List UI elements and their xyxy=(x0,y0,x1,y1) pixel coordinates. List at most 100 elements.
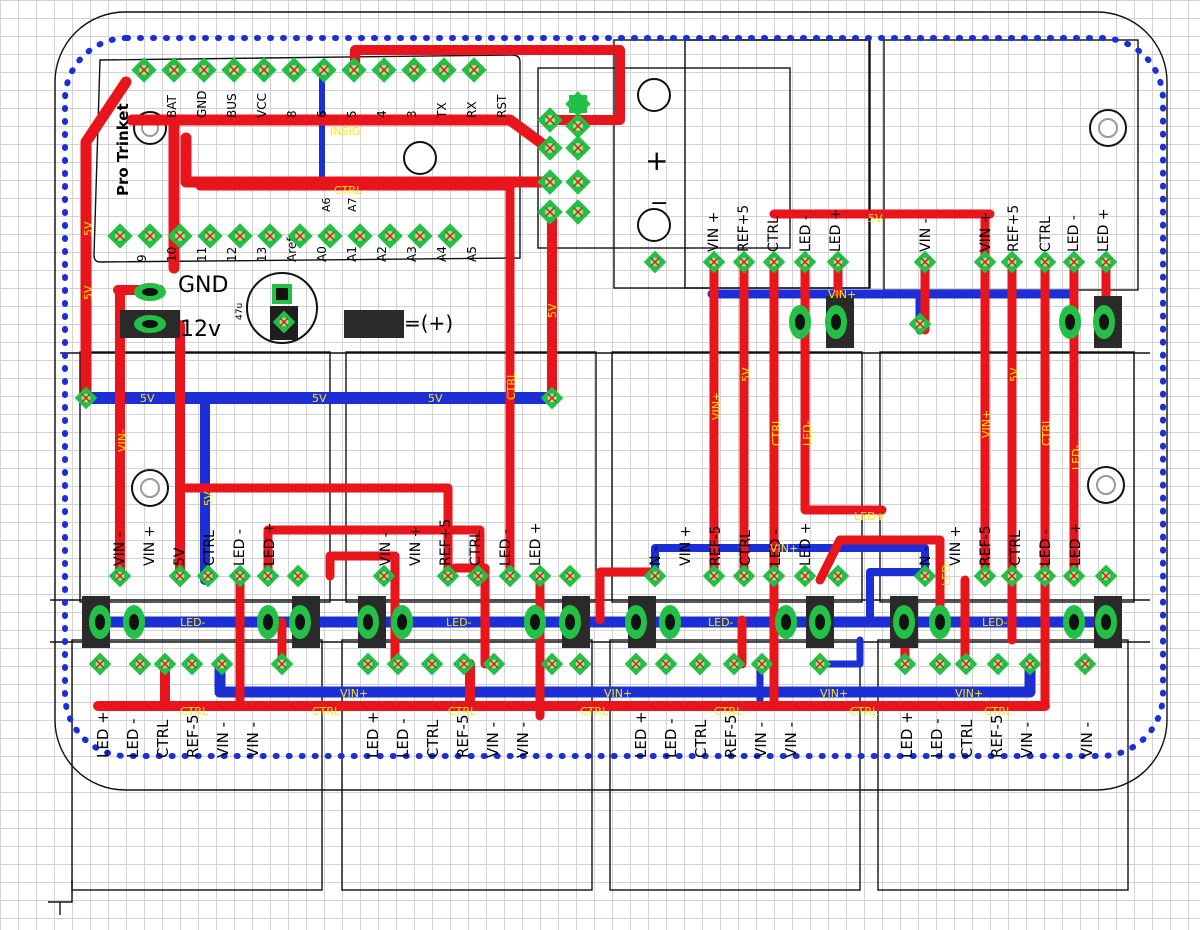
driver-pad xyxy=(256,564,280,588)
bottom-pin-label: VIN - xyxy=(1078,722,1096,758)
driver-pin-label: REF+5 xyxy=(438,519,454,566)
bottom-pin-label: REF-5 xyxy=(988,715,1006,758)
trace-label-led-minus: LED- xyxy=(446,616,472,629)
driver-pad xyxy=(1094,250,1118,274)
driver-pad xyxy=(1062,564,1086,588)
driver-pin-label: LED + xyxy=(1096,208,1112,252)
bottom-pad xyxy=(386,652,410,676)
twelve-v-label: 12v xyxy=(180,317,221,342)
header-pad xyxy=(371,57,397,83)
svg-text:LED-: LED- xyxy=(940,560,953,586)
header-pad xyxy=(341,57,367,83)
bottom-pin-label: VIN - xyxy=(214,722,232,758)
bottom-pad xyxy=(88,652,112,676)
cap-square-pad xyxy=(272,284,292,304)
header-pin-label: 6 xyxy=(315,110,329,118)
trace-label-vin-plus: VIN+ xyxy=(820,687,848,700)
trace-label-vin-plus: VIN+ xyxy=(340,687,368,700)
driver-pad xyxy=(793,250,817,274)
driver-pad xyxy=(1000,564,1024,588)
bottom-pin-label: CTRL xyxy=(154,719,172,758)
driver-pad xyxy=(762,250,786,274)
driver-pin-label: LED - xyxy=(1066,215,1082,252)
driver-pad xyxy=(228,564,252,588)
transistor-pad xyxy=(289,605,311,639)
driver-pin-label: CTRL xyxy=(1038,216,1054,252)
bottom-pin-label: LED + xyxy=(898,711,916,758)
header-pad xyxy=(407,223,433,249)
driver-pad xyxy=(108,564,132,588)
header-pin-label: 8 xyxy=(285,110,299,118)
bottom-pad xyxy=(808,652,832,676)
trace-label-vin-plus: VIN+ xyxy=(770,542,798,555)
bottom-pin-label: VIN - xyxy=(484,722,502,758)
driver-pin-label: N - xyxy=(918,546,934,566)
driver-pad xyxy=(973,250,997,274)
connector-square-pad xyxy=(569,95,587,113)
driver-pin-label: VIN + xyxy=(948,526,964,566)
connector-pad xyxy=(565,199,591,225)
mount-hole xyxy=(1089,109,1127,147)
header-pad xyxy=(161,57,187,83)
connector-pad xyxy=(565,135,591,161)
header-pin-label: 13 xyxy=(255,247,269,262)
header-pin-label: A3 xyxy=(405,246,419,262)
header-pin-label: 5 xyxy=(345,110,359,118)
connector-pad xyxy=(537,199,563,225)
transistor-pad xyxy=(1059,305,1081,339)
bottom-pin-label: REF-5 xyxy=(454,715,472,758)
bottom-pin-label: CTRL xyxy=(424,719,442,758)
label-a7: A7 xyxy=(346,197,359,212)
trace-label-vin-plus: VIN+ xyxy=(955,687,983,700)
bottom-pin-label: VIN - xyxy=(782,722,800,758)
polarity-label: =(+) xyxy=(404,311,453,335)
trace-label-led-minus: LED- xyxy=(180,616,206,629)
driver-pad xyxy=(913,250,937,274)
svg-text:5V: 5V xyxy=(82,285,95,300)
transistor-pad xyxy=(391,605,413,639)
svg-text:5V: 5V xyxy=(740,367,753,382)
bottom-pad xyxy=(1073,652,1097,676)
driver-pad xyxy=(826,250,850,274)
header-pad xyxy=(281,57,307,83)
svg-text:CTRL: CTRL xyxy=(505,371,518,400)
header-pin-label: 9 xyxy=(135,254,149,262)
transistor-pad xyxy=(257,605,279,639)
bottom-pin-label: REF-5 xyxy=(722,715,740,758)
bottom-pin-label: LED - xyxy=(394,718,412,758)
bottom-pin-label: LED + xyxy=(364,711,382,758)
header-pad xyxy=(107,223,133,249)
connector-pad xyxy=(565,169,591,195)
mount-hole xyxy=(403,141,437,175)
header-pad xyxy=(437,223,463,249)
svg-text:5V: 5V xyxy=(546,303,559,318)
transistor-pad xyxy=(659,605,681,639)
header-pad xyxy=(311,57,337,83)
driver-pin-label: REF+5 xyxy=(736,205,752,252)
driver-pad xyxy=(168,564,192,588)
driver-pin-label: LED - xyxy=(498,529,514,566)
driver-pin-label: VIN + xyxy=(678,526,694,566)
bottom-pin-label: LED - xyxy=(928,718,946,758)
driver-pad xyxy=(732,564,756,588)
driver-pad xyxy=(1062,250,1086,274)
driver-pin-label: LED - xyxy=(232,529,248,566)
svg-text:5V: 5V xyxy=(1008,367,1021,382)
svg-text:CTRL: CTRL xyxy=(1040,417,1053,446)
transistor-pad xyxy=(357,605,379,639)
bottom-pad xyxy=(1018,652,1042,676)
svg-text:CTRL: CTRL xyxy=(770,417,783,446)
bottom-pad xyxy=(153,652,177,676)
driver-pad xyxy=(702,564,726,588)
driver-pad xyxy=(1033,564,1057,588)
trace-label-5v: 5V xyxy=(140,392,155,405)
header-pin-label: A5 xyxy=(465,246,479,262)
header-pin-label: RX xyxy=(465,101,479,118)
driver-pin-label: LED + xyxy=(828,208,844,252)
bottom-pad xyxy=(654,652,678,676)
bottom-pin-label: LED - xyxy=(662,718,680,758)
svg-text:VIN+: VIN+ xyxy=(710,392,723,420)
trace-label-insig: INSIG xyxy=(330,125,360,138)
bottom-pad xyxy=(420,652,444,676)
header-pad xyxy=(401,57,427,83)
